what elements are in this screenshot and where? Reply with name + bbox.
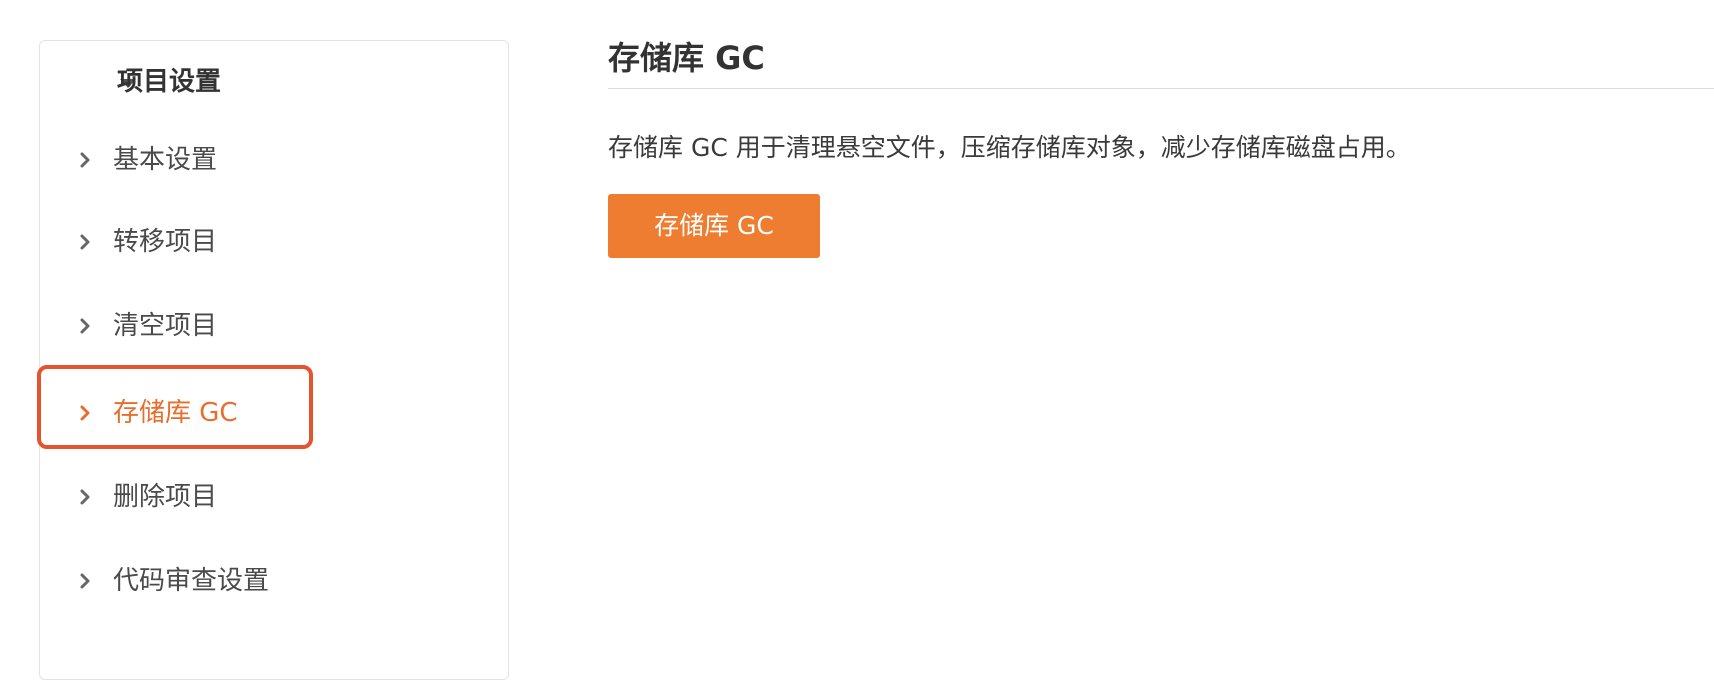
chevron-right-icon [80,152,90,168]
sidebar-item-label: 基本设置 [113,145,218,175]
sidebar-item-label: 清空项目 [113,311,218,341]
sidebar-item-delete-project[interactable]: 删除项目 [0,467,1714,527]
chevron-right-icon [80,234,90,250]
repository-gc-button[interactable]: 存储库 GC [608,194,820,258]
sidebar-group-header[interactable] [40,41,508,123]
chevron-right-icon [80,318,90,334]
sidebar-item-label: 代码审查设置 [113,566,270,596]
page-description: 存储库 GC 用于清理悬空文件，压缩存储库对象，减少存储库磁盘占用。 [608,133,1411,162]
chevron-right-icon [80,405,90,421]
sidebar-item-repository-gc[interactable]: 存储库 GC [0,383,1714,443]
sidebar-item-label: 存储库 GC [113,398,238,428]
page-title: 存储库 GC [608,39,765,77]
sidebar-item-clear-project[interactable]: 清空项目 [0,296,1714,356]
sidebar-item-code-review-settings[interactable]: 代码审查设置 [0,551,1714,611]
sidebar-group-title: 项目设置 [117,67,222,97]
chevron-right-icon [80,573,90,589]
chevron-right-icon [80,489,90,505]
sidebar-item-label: 删除项目 [113,482,218,512]
sidebar-item-transfer-project[interactable]: 转移项目 [0,212,1714,272]
sidebar-item-label: 转移项目 [113,227,218,257]
title-divider [608,88,1714,89]
